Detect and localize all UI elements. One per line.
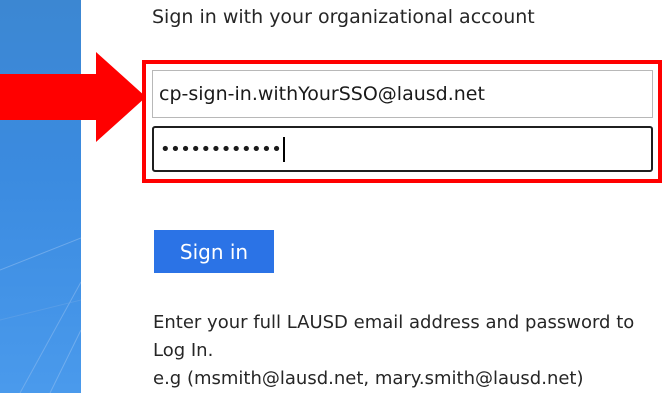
password-field-value: ••••••••••••: [160, 138, 282, 160]
help-text-line-3: e.g (msmith@lausd.net, mary.smith@lausd.…: [153, 368, 584, 389]
text-caret: [283, 136, 286, 162]
page-heading: Sign in with your organizational account: [152, 6, 535, 28]
help-text-line-1: Enter your full LAUSD email address and …: [153, 312, 635, 333]
right-arrow-icon: [0, 52, 146, 142]
password-field[interactable]: ••••••••••••: [152, 126, 653, 172]
sign-in-button[interactable]: Sign in: [154, 230, 274, 273]
help-text: Enter your full LAUSD email address and …: [153, 309, 658, 393]
email-field-value: cp-sign-in.withYourSSO@lausd.net: [159, 83, 485, 105]
help-text-line-2: Log In.: [153, 340, 214, 361]
email-field[interactable]: cp-sign-in.withYourSSO@lausd.net: [152, 70, 653, 118]
